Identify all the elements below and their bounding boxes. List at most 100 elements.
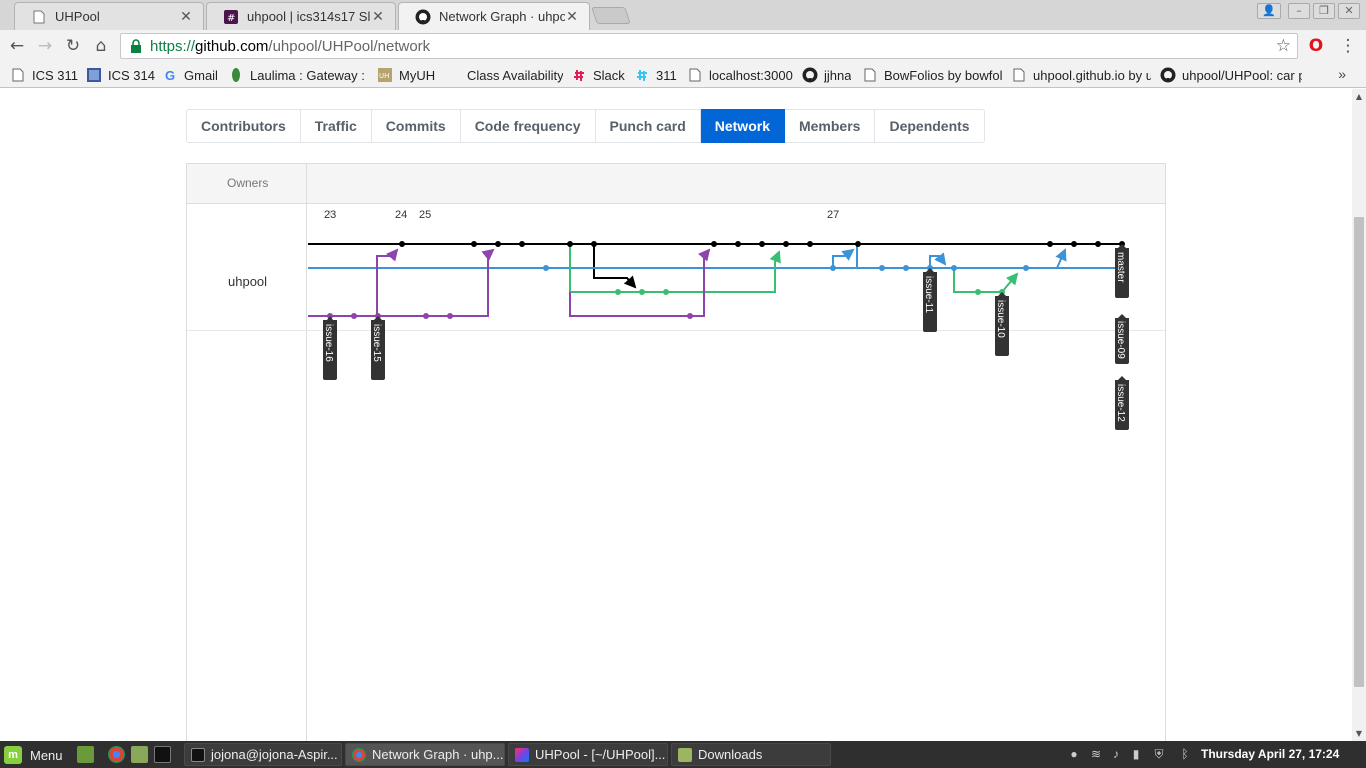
commit-dot[interactable] (351, 313, 357, 319)
bookmark-laulima[interactable]: Laulima : Gateway : W (228, 66, 366, 84)
commit-dot[interactable] (495, 241, 501, 247)
branch-label-issue-16[interactable]: issue-16 (323, 316, 337, 380)
tab-network-graph[interactable]: Network Graph · uhpool ✕ (398, 2, 590, 30)
maximize-button[interactable]: ❐ (1313, 3, 1335, 19)
tab-punch-card[interactable]: Punch card (595, 109, 701, 143)
bookmarks-bar: ICS 311 ICS 314 G Gmail Laulima : Gatewa… (0, 62, 1366, 88)
chrome-launcher-icon[interactable] (108, 746, 125, 763)
branch-label-master[interactable]: master (1115, 244, 1129, 298)
bookmark-localhost[interactable]: localhost:3000 (687, 66, 795, 84)
bookmark-class-availability[interactable]: Class Availability (445, 66, 563, 84)
bookmark-311[interactable]: 311 (634, 66, 680, 84)
commit-dot[interactable] (951, 265, 957, 271)
scroll-up-icon[interactable]: ▲ (1354, 92, 1364, 102)
url-host: github.com (195, 37, 269, 55)
bookmark-uhpool-io[interactable]: uhpool.github.io by u (1011, 66, 1151, 84)
tab-commits[interactable]: Commits (371, 109, 461, 143)
task-terminal[interactable]: jojona@jojona-Aspir... (184, 743, 342, 766)
opera-extension-icon[interactable]: O (1305, 35, 1327, 57)
task-downloads[interactable]: Downloads (671, 743, 831, 766)
commit-dot[interactable] (1023, 265, 1029, 271)
tab-contributors[interactable]: Contributors (186, 109, 301, 143)
scroll-down-icon[interactable]: ▼ (1354, 729, 1364, 739)
commit-dot[interactable] (711, 241, 717, 247)
forward-icon[interactable]: → (34, 35, 56, 57)
network-graph-canvas[interactable]: 23 24 25 27 issue-16 issue-15 issue-11 i… (187, 164, 1165, 741)
bookmark-uhpool-repo[interactable]: uhpool/UHPool: car p (1160, 66, 1302, 84)
tab-traffic[interactable]: Traffic (300, 109, 372, 143)
page-scrollbar[interactable]: ▲ ▼ (1352, 89, 1366, 741)
commit-dot[interactable] (471, 241, 477, 247)
commit-dot[interactable] (687, 313, 693, 319)
shield-icon[interactable]: ⛨ (1152, 747, 1166, 761)
commit-dot[interactable] (663, 289, 669, 295)
tab-network[interactable]: Network (700, 109, 785, 143)
tab-uhpool[interactable]: UHPool ✕ (14, 2, 204, 30)
bookmark-bowfolios[interactable]: BowFolios by bowfoli (862, 66, 1002, 84)
branch-label-issue-09[interactable]: issue-09 (1115, 314, 1129, 364)
commit-dot[interactable] (447, 313, 453, 319)
commit-dot[interactable] (879, 265, 885, 271)
reload-icon[interactable]: ↻ (62, 35, 84, 57)
home-icon[interactable]: ⌂ (90, 35, 112, 57)
bookmark-star-icon[interactable]: ☆ (1276, 36, 1291, 56)
branch-label-issue-11[interactable]: issue-11 (923, 268, 937, 332)
back-icon[interactable]: ← (6, 35, 28, 57)
commit-dot[interactable] (519, 241, 525, 247)
profile-icon[interactable]: 👤 (1257, 3, 1281, 19)
bookmark-ics311[interactable]: ICS 311 (10, 66, 82, 84)
minimize-button[interactable]: – (1288, 3, 1310, 19)
bluetooth-icon[interactable]: ᛒ (1178, 747, 1192, 761)
commit-dot[interactable] (830, 265, 836, 271)
tab-slack[interactable]: # uhpool | ics314s17 Slac ✕ (206, 2, 396, 30)
commit-dot[interactable] (1047, 241, 1053, 247)
commit-dot[interactable] (759, 241, 765, 247)
bookmarks-overflow-icon[interactable]: » (1338, 66, 1346, 82)
tab-members[interactable]: Members (784, 109, 876, 143)
bookmark-myuh[interactable]: UH MyUH (377, 66, 439, 84)
menu-kebab-icon[interactable]: ⋮ (1337, 35, 1359, 57)
commit-dot[interactable] (807, 241, 813, 247)
new-tab-button[interactable] (591, 7, 631, 24)
commit-dot[interactable] (423, 313, 429, 319)
branch-label-issue-12[interactable]: issue-12 (1115, 376, 1129, 430)
start-menu-button[interactable]: m Menu (4, 745, 63, 765)
bookmark-jjhna[interactable]: jjhna (802, 66, 854, 84)
commit-dot[interactable] (855, 241, 861, 247)
wifi-icon[interactable]: ≋ (1089, 747, 1103, 761)
task-chrome[interactable]: Network Graph · uhp... (345, 743, 505, 766)
commit-dot[interactable] (1095, 241, 1101, 247)
terminal-launcher-icon[interactable] (154, 746, 171, 763)
tab-code-frequency[interactable]: Code frequency (460, 109, 596, 143)
task-intellij[interactable]: UHPool - [~/UHPool]... (508, 743, 668, 766)
commit-dot[interactable] (639, 289, 645, 295)
commit-dot[interactable] (1071, 241, 1077, 247)
bookmark-ics314[interactable]: ICS 314 (86, 66, 158, 84)
commit-dot[interactable] (543, 265, 549, 271)
battery-icon[interactable]: ▮ (1129, 747, 1143, 761)
commit-dot[interactable] (591, 241, 597, 247)
bookmark-slack[interactable]: Slack (571, 66, 629, 84)
user-icon[interactable]: ● (1067, 747, 1081, 761)
close-window-button[interactable]: ✕ (1338, 3, 1360, 19)
address-bar[interactable]: https://github.com/uhpool/UHPool/network… (120, 33, 1298, 59)
close-icon[interactable]: ✕ (565, 8, 579, 25)
commit-dot[interactable] (735, 241, 741, 247)
commit-dot[interactable] (615, 289, 621, 295)
commit-dot[interactable] (567, 241, 573, 247)
branch-label-issue-10[interactable]: issue-10 (995, 292, 1009, 356)
tab-dependents[interactable]: Dependents (875, 109, 985, 143)
volume-icon[interactable]: ♪ (1109, 747, 1123, 761)
bookmark-gmail[interactable]: G Gmail (162, 66, 222, 84)
show-desktop-icon[interactable] (77, 746, 94, 763)
commit-dot[interactable] (903, 265, 909, 271)
close-icon[interactable]: ✕ (371, 8, 385, 25)
commit-dot[interactable] (399, 241, 405, 247)
branch-label-issue-15[interactable]: issue-15 (371, 316, 385, 380)
commit-dot[interactable] (783, 241, 789, 247)
scroll-thumb[interactable] (1354, 217, 1364, 687)
commit-dot[interactable] (975, 289, 981, 295)
files-launcher-icon[interactable] (131, 746, 148, 763)
clock[interactable]: Thursday April 27, 17:24 (1201, 747, 1339, 761)
close-icon[interactable]: ✕ (179, 8, 193, 25)
